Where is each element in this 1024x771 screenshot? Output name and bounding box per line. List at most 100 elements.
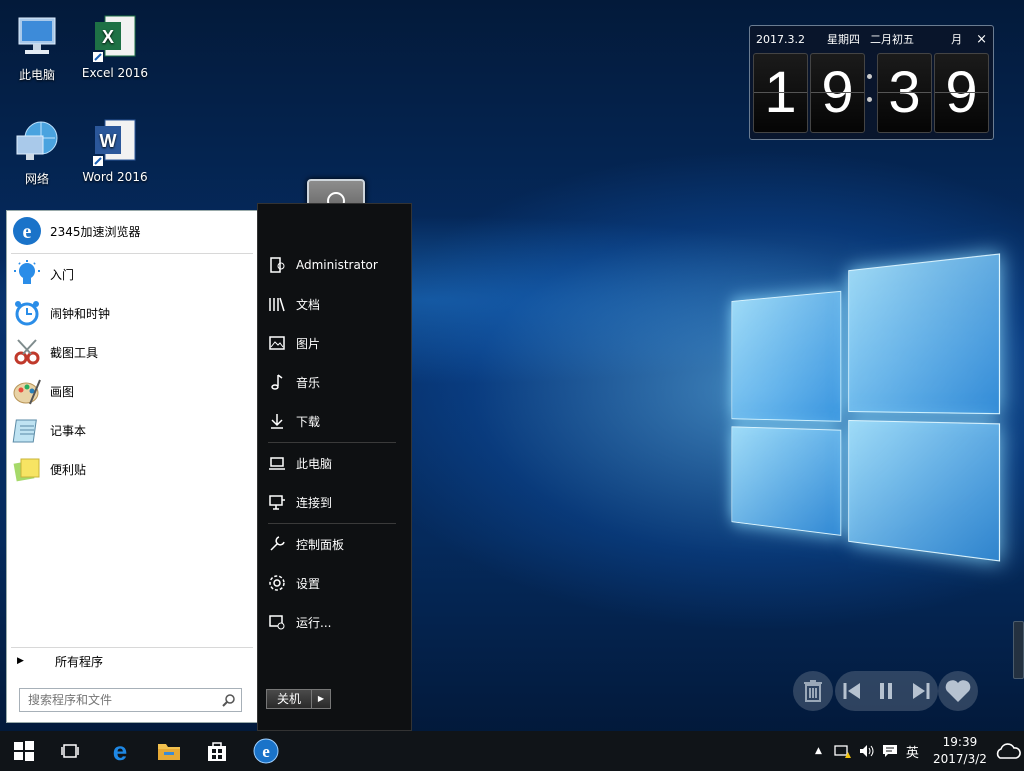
menu-item-downloads[interactable]: 下载: [268, 406, 408, 436]
desktop-icon-network[interactable]: 网络: [0, 118, 77, 187]
desktop-icon-label: Excel 2016: [81, 66, 149, 80]
shutdown-options-button[interactable]: ▶: [312, 689, 331, 709]
run-dialog-icon: [269, 615, 285, 630]
task-view-button[interactable]: [46, 731, 94, 771]
pause-icon[interactable]: [874, 679, 898, 703]
svg-text:e: e: [262, 742, 270, 761]
start-menu-programs-pane: e 2345加速浏览器 入门 闹钟和时钟 截图工具 画图 记事本 便利贴 ▶ 所…: [6, 210, 259, 723]
laptop-icon: [269, 457, 285, 470]
desktop-icon-excel[interactable]: X Excel 2016: [75, 14, 155, 80]
menu-item-run[interactable]: 运行...: [268, 607, 408, 637]
store-bag-icon: [208, 742, 226, 761]
menu-item-settings[interactable]: 设置: [268, 568, 408, 598]
menu-item-label: 设置: [296, 576, 321, 591]
menu-item-connect-to[interactable]: 连接到: [268, 487, 408, 517]
taskbar-date: 2017/3/2: [932, 752, 987, 766]
all-programs-button[interactable]: ▶ 所有程序: [7, 645, 257, 677]
shutdown-button-group: 关机 ▶: [266, 689, 331, 709]
search-input[interactable]: [26, 692, 220, 708]
menu-item-alarms-clock[interactable]: 闹钟和时钟: [7, 295, 257, 331]
trash-icon: [804, 680, 822, 702]
clock-digit-minute-tens: 3: [877, 53, 932, 133]
media-favorite-button[interactable]: [938, 671, 978, 711]
clock-mode-button[interactable]: 月: [951, 31, 962, 47]
menu-item-control-panel[interactable]: 控制面板: [268, 529, 408, 559]
svg-text:e: e: [113, 738, 127, 764]
desktop-icon-label: 此电脑: [18, 68, 55, 82]
action-center-message-icon[interactable]: [882, 743, 898, 759]
triangle-right-icon: ▶: [17, 656, 24, 666]
taskbar-store-button[interactable]: [193, 731, 241, 771]
clock-weekday: 星期四: [826, 33, 860, 46]
menu-item-label: 画图: [50, 384, 75, 399]
volume-icon[interactable]: [858, 743, 876, 759]
menu-item-label: 截图工具: [50, 345, 99, 360]
menu-item-this-pc[interactable]: 此电脑: [268, 448, 408, 478]
2345-browser-icon: e: [12, 216, 42, 246]
taskbar-file-explorer-button[interactable]: [145, 731, 193, 771]
next-track-icon[interactable]: [909, 679, 933, 703]
menu-item-label: 文档: [296, 297, 321, 312]
menu-item-sticky-notes[interactable]: 便利贴: [7, 451, 257, 487]
download-arrow-icon: [271, 414, 283, 429]
desktop-icon-label: 网络: [24, 172, 49, 186]
side-scroll-handle[interactable]: [1013, 621, 1024, 679]
divider: [268, 523, 396, 524]
menu-item-administrator[interactable]: Administrator: [268, 250, 408, 280]
clock-colon: [867, 74, 873, 102]
menu-item-label: 入门: [50, 267, 75, 282]
sticky-note-icon: [12, 454, 42, 484]
word-icon: W: [91, 118, 139, 166]
taskbar-2345-browser-button[interactable]: e: [242, 731, 290, 771]
previous-track-icon[interactable]: [840, 679, 864, 703]
taskbar-clock[interactable]: 19:39 2017/3/2: [931, 734, 989, 768]
menu-item-pictures[interactable]: 图片: [268, 328, 408, 358]
scissors-icon: [12, 337, 42, 367]
pinned-2345-browser[interactable]: e 2345加速浏览器: [7, 213, 257, 249]
taskbar: e e ▲ 英 19:39 2017/3/2: [0, 731, 1024, 771]
search-icon: [222, 694, 235, 707]
clock-digit-hour-tens: 1: [753, 53, 808, 133]
desktop-icon-this-pc[interactable]: 此电脑: [0, 14, 77, 83]
menu-item-paint[interactable]: 画图: [7, 373, 257, 409]
music-note-icon: [271, 374, 283, 390]
gear-icon: [269, 575, 285, 591]
menu-item-documents[interactable]: 文档: [268, 289, 408, 319]
arrow-right-icon: ▶: [317, 694, 325, 703]
2345-browser-icon: e: [253, 738, 279, 764]
tray-overflow-chevron-icon[interactable]: ▲: [815, 746, 822, 756]
weather-cloud-icon[interactable]: [995, 740, 1021, 762]
menu-item-snipping-tool[interactable]: 截图工具: [7, 334, 257, 370]
svg-text:e: e: [23, 221, 32, 243]
menu-item-music[interactable]: 音乐: [268, 367, 408, 397]
media-transport-controls: [835, 671, 938, 711]
media-delete-button[interactable]: [793, 671, 833, 711]
edge-browser-icon: e: [113, 738, 127, 764]
all-programs-label: 所有程序: [55, 654, 104, 669]
clock-close-button[interactable]: ×: [976, 32, 987, 47]
user-folder-icon: [270, 257, 285, 273]
network-globe-icon: [13, 118, 61, 166]
wrench-icon: [270, 536, 285, 551]
start-button[interactable]: [0, 731, 48, 771]
shutdown-button[interactable]: 关机: [266, 689, 312, 709]
heart-icon: [945, 680, 971, 702]
ime-indicator[interactable]: 英: [906, 742, 919, 761]
menu-item-label: 下载: [296, 414, 321, 429]
library-books-icon: [269, 297, 285, 312]
divider: [11, 253, 253, 254]
menu-item-get-started[interactable]: 入门: [7, 256, 257, 292]
menu-item-notepad[interactable]: 记事本: [7, 412, 257, 448]
paint-palette-icon: [12, 376, 42, 406]
network-warning-icon[interactable]: [834, 743, 852, 759]
menu-item-label: 记事本: [50, 423, 87, 438]
flip-clock-widget: 2017.3.2 星期四 二月初五 月 × 1 9 3 9: [749, 25, 994, 140]
menu-item-label: 运行...: [296, 615, 332, 630]
search-box[interactable]: [19, 688, 242, 712]
taskbar-edge-button[interactable]: e: [96, 731, 144, 771]
clock-lunar-date: 二月初五: [869, 33, 914, 46]
svg-text:X: X: [102, 27, 114, 47]
desktop-icon-word[interactable]: W Word 2016: [75, 118, 155, 184]
menu-item-label: 闹钟和时钟: [50, 306, 111, 321]
system-tray: ▲ 英 19:39 2017/3/2: [815, 731, 1021, 771]
